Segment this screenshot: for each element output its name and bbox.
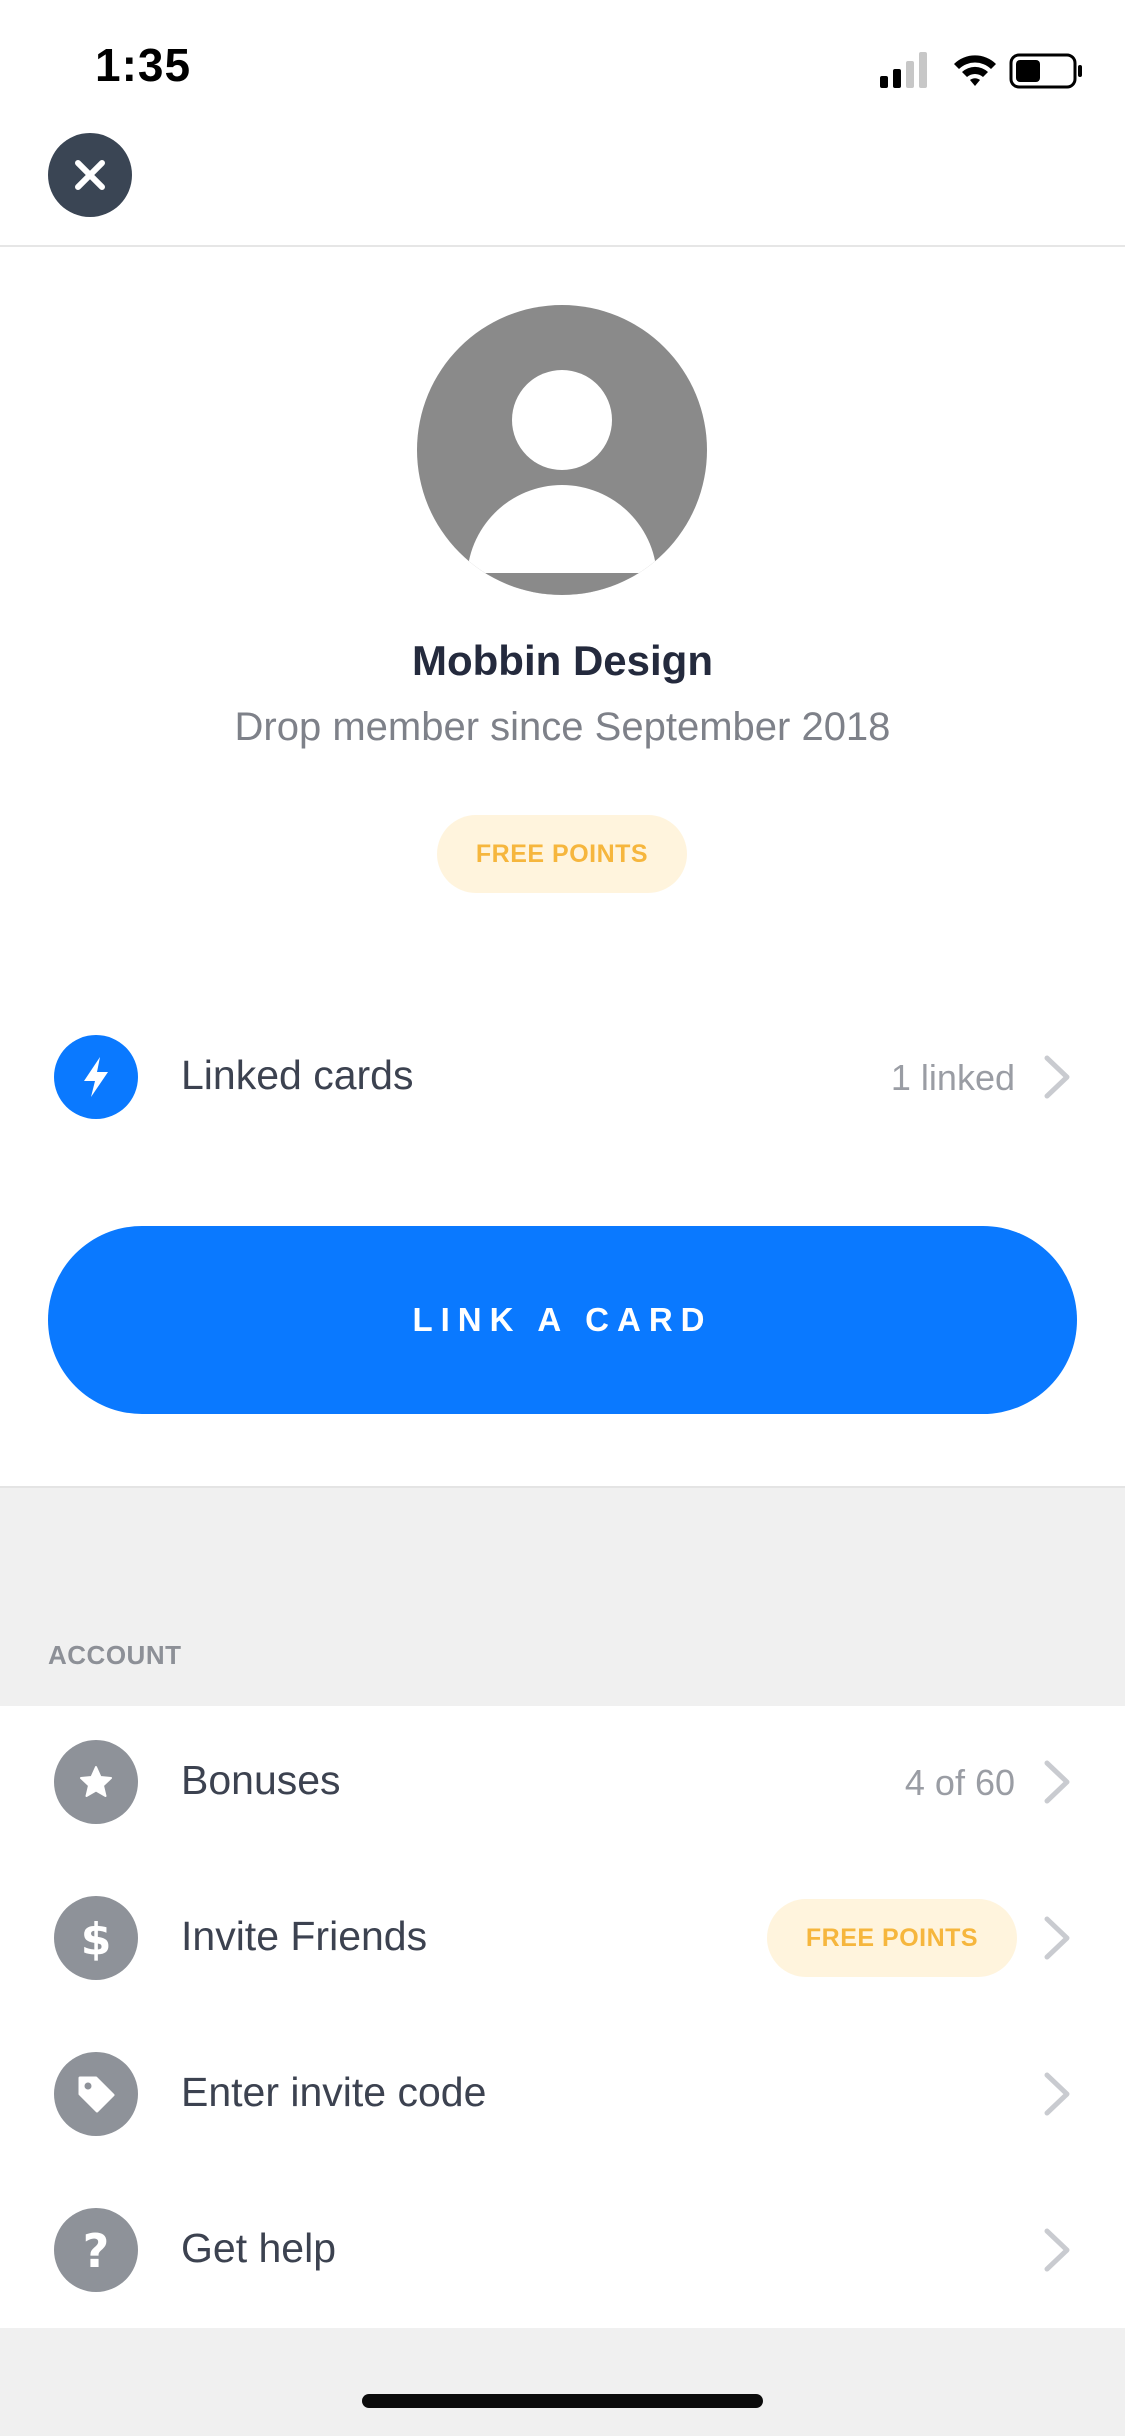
avatar bbox=[417, 305, 707, 595]
lightning-icon bbox=[54, 1035, 138, 1119]
linked-cards-count: 1 linked bbox=[890, 1057, 1015, 1098]
bonuses-row[interactable]: Bonuses 4 of 60 bbox=[0, 1704, 1125, 1860]
get-help-label: Get help bbox=[181, 2225, 336, 2271]
invite-friends-row[interactable]: $ Invite Friends FREE POINTS bbox=[0, 1860, 1125, 2016]
invite-friends-label: Invite Friends bbox=[181, 1913, 428, 1959]
account-section-header bbox=[0, 1486, 1125, 1706]
free-points-badge[interactable]: FREE POINTS bbox=[437, 815, 687, 893]
chevron-right-icon bbox=[1044, 1916, 1070, 1960]
bonuses-count: 4 of 60 bbox=[904, 1762, 1015, 1803]
close-button[interactable] bbox=[48, 133, 132, 217]
account-section-title: ACCOUNT bbox=[48, 1640, 182, 1670]
svg-text:$: $ bbox=[81, 1914, 112, 1964]
wifi-icon bbox=[954, 55, 996, 86]
invite-free-points-badge: FREE POINTS bbox=[767, 1899, 1017, 1977]
star-icon bbox=[54, 1740, 138, 1824]
question-icon: ? bbox=[54, 2208, 138, 2292]
chevron-right-icon bbox=[1044, 1055, 1070, 1099]
chevron-right-icon bbox=[1044, 1760, 1070, 1804]
profile-name: Mobbin Design bbox=[412, 637, 713, 684]
linked-cards-label: Linked cards bbox=[181, 1052, 414, 1098]
dollar-icon: $ bbox=[54, 1896, 138, 1980]
home-indicator[interactable] bbox=[362, 2394, 763, 2408]
enter-invite-code-row[interactable]: Enter invite code bbox=[0, 2016, 1125, 2172]
header-divider bbox=[0, 245, 1125, 247]
cellular-signal-icon bbox=[880, 52, 927, 88]
status-icons bbox=[880, 48, 1085, 92]
battery-icon bbox=[1009, 53, 1082, 89]
chevron-right-icon bbox=[1044, 2072, 1070, 2116]
bonuses-label: Bonuses bbox=[181, 1757, 341, 1803]
close-icon bbox=[75, 160, 105, 190]
member-since-text: Drop member since September 2018 bbox=[234, 705, 891, 749]
bottom-safe-area bbox=[0, 2328, 1125, 2436]
svg-text:?: ? bbox=[83, 2224, 110, 2276]
status-time: 1:35 bbox=[95, 39, 192, 91]
chevron-right-icon bbox=[1044, 2228, 1070, 2272]
link-a-card-button[interactable]: LINK A CARD bbox=[48, 1226, 1077, 1414]
linked-cards-row[interactable]: Linked cards 1 linked bbox=[0, 999, 1125, 1155]
get-help-row[interactable]: ? Get help bbox=[0, 2172, 1125, 2328]
enter-invite-code-label: Enter invite code bbox=[181, 2069, 487, 2115]
tag-icon bbox=[54, 2052, 138, 2136]
